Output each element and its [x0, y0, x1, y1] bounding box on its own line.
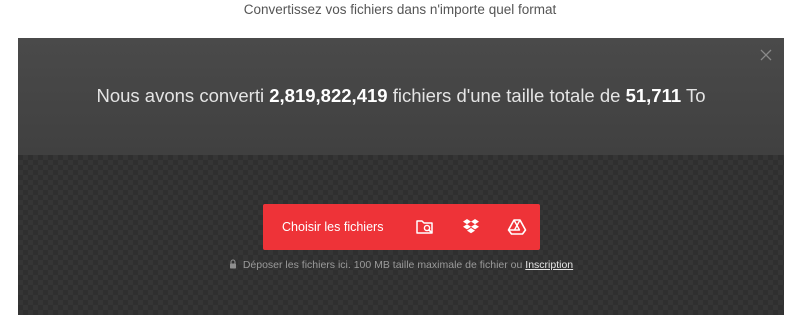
- close-icon[interactable]: [758, 47, 774, 63]
- choose-files-button[interactable]: Choisir les fichiers: [263, 204, 403, 250]
- page-subtitle: Convertissez vos fichiers dans n'importe…: [243, 2, 557, 17]
- stats-middle: fichiers d'une taille totale de: [392, 85, 621, 106]
- lock-icon: [229, 259, 237, 272]
- folder-search-icon[interactable]: [403, 204, 449, 250]
- dropbox-icon[interactable]: [448, 204, 494, 250]
- total-size: 51,711: [625, 85, 682, 106]
- google-drive-icon[interactable]: [494, 204, 540, 250]
- converter-page: Convertissez vos fichiers dans n'importe…: [0, 0, 800, 315]
- files-count: 2,819,822,419: [269, 85, 388, 106]
- stats-banner: Nous avons converti 2,819,822,419 fichie…: [18, 38, 784, 155]
- upload-button-group: Choisir les fichiers: [263, 204, 540, 250]
- upload-panel: Nous avons converti 2,819,822,419 fichie…: [18, 38, 784, 315]
- stats-prefix: Nous avons converti: [96, 85, 265, 106]
- signup-link[interactable]: Inscription: [525, 259, 573, 271]
- size-unit: To: [685, 85, 706, 106]
- drop-zone[interactable]: Choisir les fichiers Déposer les fichier…: [18, 155, 784, 315]
- upload-note-text: Déposer les fichiers ici. 100 MB taille …: [242, 259, 523, 271]
- conversion-stats: Nous avons converti 2,819,822,419 fichie…: [18, 85, 784, 107]
- upload-note: Déposer les fichiers ici. 100 MB taille …: [18, 259, 784, 272]
